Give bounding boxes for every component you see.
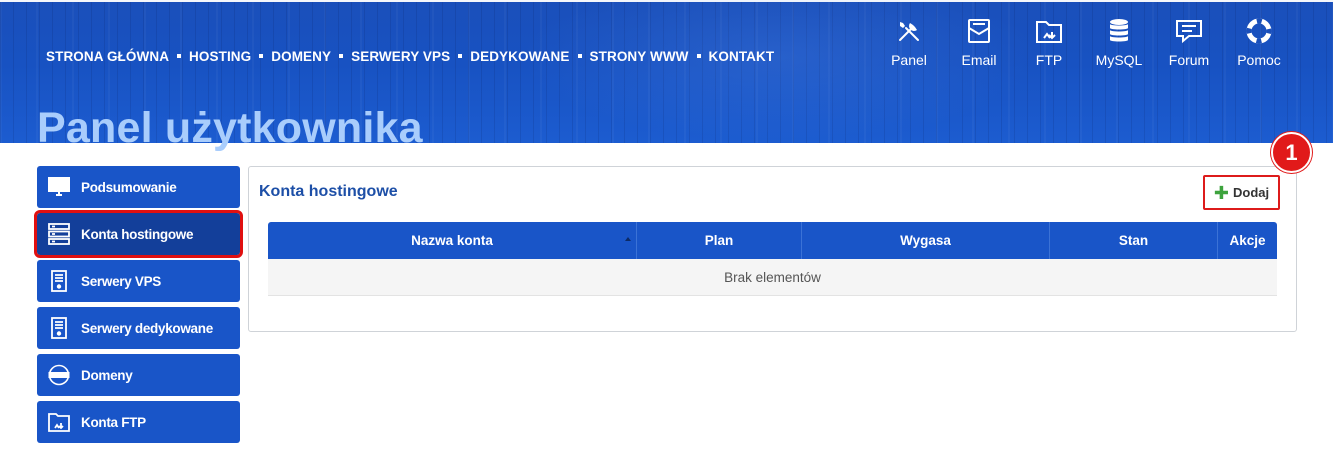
add-button-label: Dodaj [1232, 185, 1270, 200]
forum-icon [1174, 17, 1204, 45]
top-navigation: STRONA GŁÓWNA HOSTING DOMENY SERWERY VPS… [46, 49, 774, 64]
svg-text:www: www [52, 373, 67, 379]
server-tower-icon [47, 316, 71, 340]
plus-icon: ✚ [1213, 182, 1229, 203]
nav-separator [339, 53, 344, 58]
add-button[interactable]: ✚ Dodaj [1203, 175, 1280, 210]
column-header-label: Plan [704, 233, 734, 248]
nav-link-contact[interactable]: KONTAKT [709, 49, 775, 64]
quick-link-forum[interactable]: Forum [1154, 17, 1224, 68]
annotation-badge: 1 [1271, 132, 1312, 173]
column-header-account-name[interactable]: Nazwa konta [268, 222, 637, 259]
nav-separator [696, 53, 701, 58]
sidebar-item-label: Serwery VPS [81, 273, 162, 289]
column-header-plan[interactable]: Plan [637, 222, 802, 259]
sidebar-item-vps[interactable]: Serwery VPS [37, 260, 240, 302]
sidebar-item-hosting-accounts[interactable]: Konta hostingowe [34, 210, 243, 258]
nav-link-dedicated[interactable]: DEDYKOWANE [470, 49, 569, 64]
email-icon [964, 17, 994, 45]
nav-link-websites[interactable]: STRONY WWW [590, 49, 689, 64]
nav-link-vps[interactable]: SERWERY VPS [351, 49, 450, 64]
sidebar-item-summary[interactable]: Podsumowanie [37, 166, 240, 208]
nav-link-home[interactable]: STRONA GŁÓWNA [46, 49, 169, 64]
quick-link-email[interactable]: Email [944, 17, 1014, 68]
sidebar-item-label: Domeny [81, 367, 133, 383]
server-tower-icon [47, 269, 71, 293]
monitor-icon [47, 175, 71, 199]
quick-links: Panel Email FTP MySQL Forum Pomoc [874, 17, 1294, 68]
sidebar-item-label: Konta hostingowe [81, 226, 194, 242]
nav-link-hosting[interactable]: HOSTING [189, 49, 251, 64]
table-empty-row: Brak elementów [268, 259, 1277, 296]
column-header-label: Wygasa [900, 233, 951, 248]
sidebar-item-ftp-accounts[interactable]: Konta FTP [37, 401, 240, 443]
ftp-folder-icon [47, 410, 71, 434]
panel-title: Konta hostingowe [259, 183, 398, 200]
quick-link-ftp[interactable]: FTP [1014, 17, 1084, 68]
hosting-accounts-table: Nazwa konta Plan Wygasa Stan Akcje Brak … [268, 222, 1277, 296]
quick-link-help[interactable]: Pomoc [1224, 17, 1294, 68]
server-stack-icon [47, 222, 71, 246]
nav-separator [458, 53, 463, 58]
sidebar-item-label: Podsumowanie [81, 179, 177, 195]
page-title: Panel użytkownika [37, 104, 423, 152]
www-globe-icon: www [47, 363, 71, 387]
column-header-label: Stan [1118, 233, 1149, 248]
column-header-label: Nazwa konta [411, 233, 493, 248]
database-icon [1104, 17, 1134, 45]
lifebuoy-icon [1244, 17, 1274, 45]
nav-separator [259, 53, 264, 58]
tools-icon [894, 17, 924, 45]
column-header-actions: Akcje [1218, 222, 1277, 259]
quick-link-label: Email [961, 52, 997, 68]
empty-state-text: Brak elementów [724, 269, 821, 285]
nav-separator [577, 53, 582, 58]
quick-link-label: Forum [1168, 52, 1210, 68]
sidebar-item-domains[interactable]: www Domeny [37, 354, 240, 396]
quick-link-label: MySQL [1095, 52, 1143, 68]
sort-ascending-icon [625, 237, 631, 241]
sidebar-item-dedicated[interactable]: Serwery dedykowane [37, 307, 240, 349]
quick-link-label: Panel [891, 52, 927, 68]
quick-link-panel[interactable]: Panel [874, 17, 944, 68]
table-header: Nazwa konta Plan Wygasa Stan Akcje [268, 222, 1277, 259]
quick-link-mysql[interactable]: MySQL [1084, 17, 1154, 68]
nav-link-domains[interactable]: DOMENY [271, 49, 331, 64]
quick-link-label: FTP [1035, 52, 1063, 68]
nav-separator [177, 53, 182, 58]
sidebar-item-label: Konta FTP [81, 414, 146, 430]
sidebar: Podsumowanie Konta hostingowe Serwery VP… [34, 166, 243, 448]
column-header-status[interactable]: Stan [1050, 222, 1218, 259]
sidebar-item-label: Serwery dedykowane [81, 320, 213, 336]
hosting-accounts-panel: Konta hostingowe ✚ Dodaj Nazwa konta Pla… [248, 166, 1297, 332]
column-header-expires[interactable]: Wygasa [802, 222, 1050, 259]
ftp-folder-icon [1034, 17, 1064, 45]
quick-link-label: Pomoc [1237, 52, 1281, 68]
column-header-label: Akcje [1229, 233, 1266, 248]
